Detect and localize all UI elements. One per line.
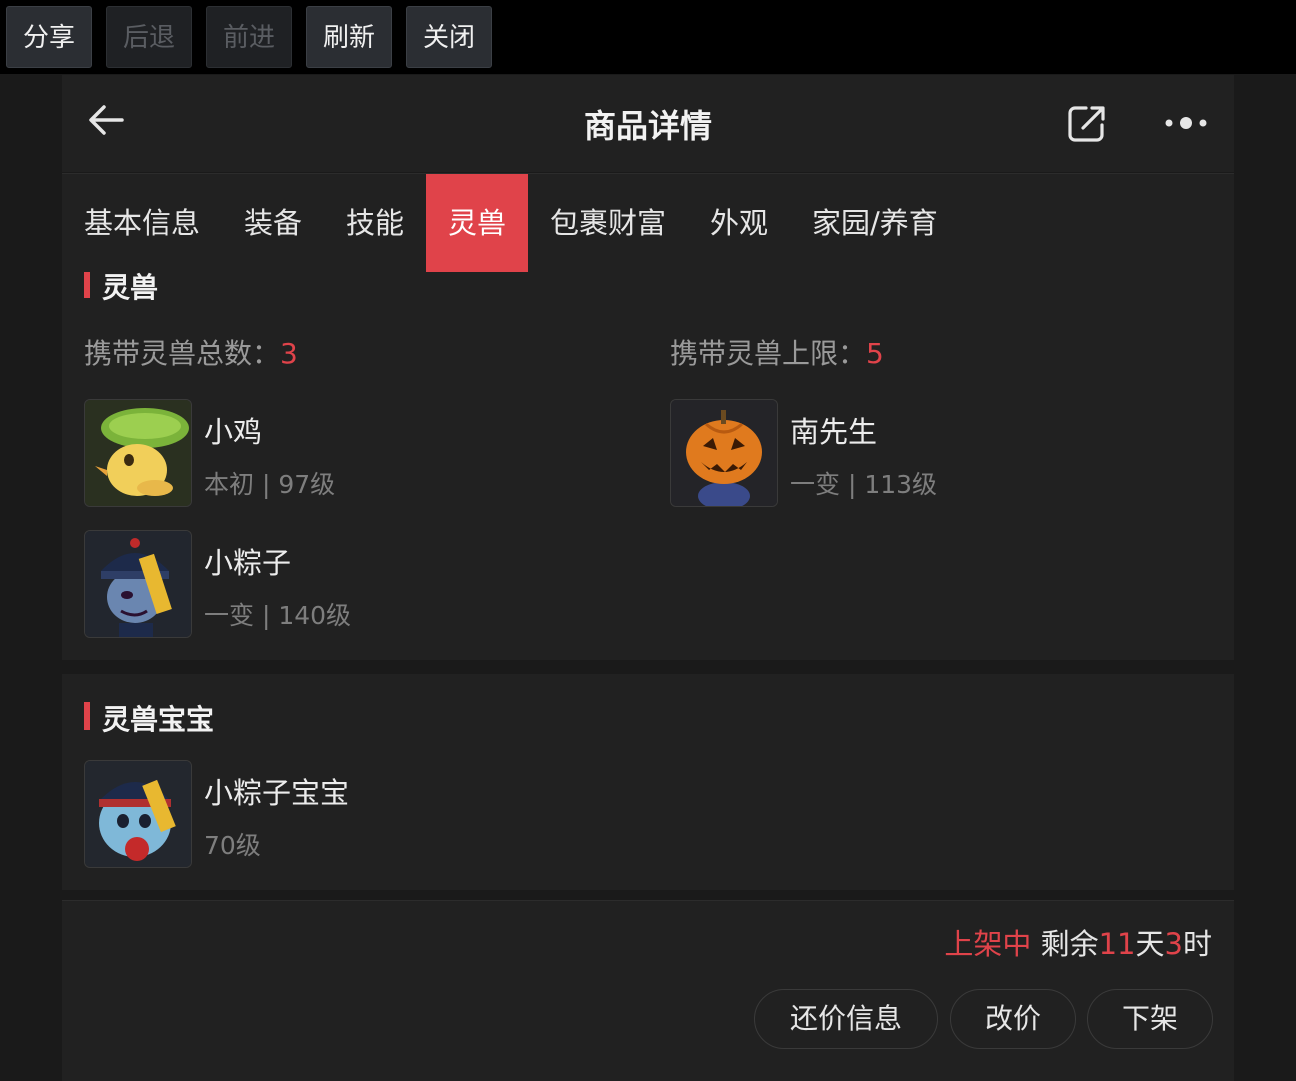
pet-card[interactable]: 小粽子 一变 | 140级	[84, 530, 604, 640]
pet-name: 南先生	[790, 415, 878, 449]
more-icon[interactable]	[1162, 109, 1210, 137]
zombie-icon	[85, 531, 191, 637]
page-title: 商品详情	[583, 107, 712, 145]
pet-card[interactable]: 小粽子宝宝 70级	[84, 760, 604, 870]
share-button[interactable]: 分享	[6, 6, 92, 68]
pet-avatar	[84, 530, 192, 638]
tab-inventory-wealth[interactable]: 包裹财富	[550, 174, 666, 272]
back-button[interactable]: 后退	[106, 6, 192, 68]
counter-offer-info-button[interactable]: 还价信息	[754, 989, 938, 1049]
pumpkin-icon	[671, 400, 777, 506]
pet-name: 小粽子	[204, 546, 292, 580]
listing-footer: 上架中 剩余11天3时 还价信息 改价 下架	[62, 900, 1234, 1081]
pet-detail: 本初 | 97级	[204, 470, 336, 499]
tab-pets[interactable]: 灵兽	[426, 174, 528, 272]
close-button[interactable]: 关闭	[406, 6, 492, 68]
remaining-label: 剩余	[1040, 927, 1099, 961]
pet-card[interactable]: 小鸡 本初 | 97级	[84, 399, 604, 509]
baby-zombie-icon	[85, 761, 191, 867]
browser-toolbar: 分享 后退 前进 刷新 关闭	[0, 0, 1296, 74]
delist-button[interactable]: 下架	[1087, 989, 1213, 1049]
pet-limit-value: 5	[866, 337, 884, 370]
forward-button[interactable]: 前进	[206, 6, 292, 68]
chick-icon	[85, 400, 191, 506]
tab-skills[interactable]: 技能	[346, 174, 404, 272]
hours-unit: 时	[1182, 927, 1212, 961]
section-title: 灵兽宝宝	[84, 698, 214, 738]
days-value: 11	[1098, 927, 1136, 961]
pet-card[interactable]: 南先生 一变 | 113级	[670, 399, 1190, 509]
baby-pets-section: 灵兽宝宝 小粽子宝宝 70级	[62, 674, 1234, 890]
section-title: 灵兽	[84, 272, 158, 306]
pet-name: 小粽子宝宝	[204, 776, 350, 810]
tab-equipment[interactable]: 装备	[244, 174, 302, 272]
page-header: 商品详情	[62, 75, 1234, 172]
share-icon[interactable]	[1066, 103, 1108, 145]
tab-home-nurture[interactable]: 家园/养育	[812, 174, 938, 272]
pets-section: 灵兽 携带灵兽总数：3 携带灵兽上限：5 小鸡 本初 | 97级 南先生 一变 …	[62, 272, 1234, 660]
listing-status-label: 上架中	[944, 927, 1032, 961]
hours-value: 3	[1164, 927, 1183, 961]
pet-total-label: 携带灵兽总数：	[84, 337, 281, 370]
tab-basic-info[interactable]: 基本信息	[84, 174, 200, 272]
pet-detail: 一变 | 113级	[790, 470, 938, 499]
pet-detail: 一变 | 140级	[204, 601, 352, 630]
pet-avatar	[84, 760, 192, 868]
pet-avatar	[84, 399, 192, 507]
pet-avatar	[670, 399, 778, 507]
pet-total-stat: 携带灵兽总数：3	[84, 332, 298, 372]
pet-total-value: 3	[280, 337, 298, 370]
pet-detail: 70级	[204, 831, 261, 860]
days-unit: 天	[1135, 927, 1165, 961]
change-price-button[interactable]: 改价	[950, 989, 1076, 1049]
pet-limit-label: 携带灵兽上限：	[670, 337, 867, 370]
refresh-button[interactable]: 刷新	[306, 6, 392, 68]
tab-appearance[interactable]: 外观	[710, 174, 768, 272]
pet-name: 小鸡	[204, 415, 263, 449]
listing-status: 上架中 剩余11天3时	[944, 921, 1212, 963]
pet-limit-stat: 携带灵兽上限：5	[670, 332, 884, 372]
tab-bar: 基本信息 装备 技能 灵兽 包裹财富 外观 家园/养育	[62, 173, 1234, 273]
